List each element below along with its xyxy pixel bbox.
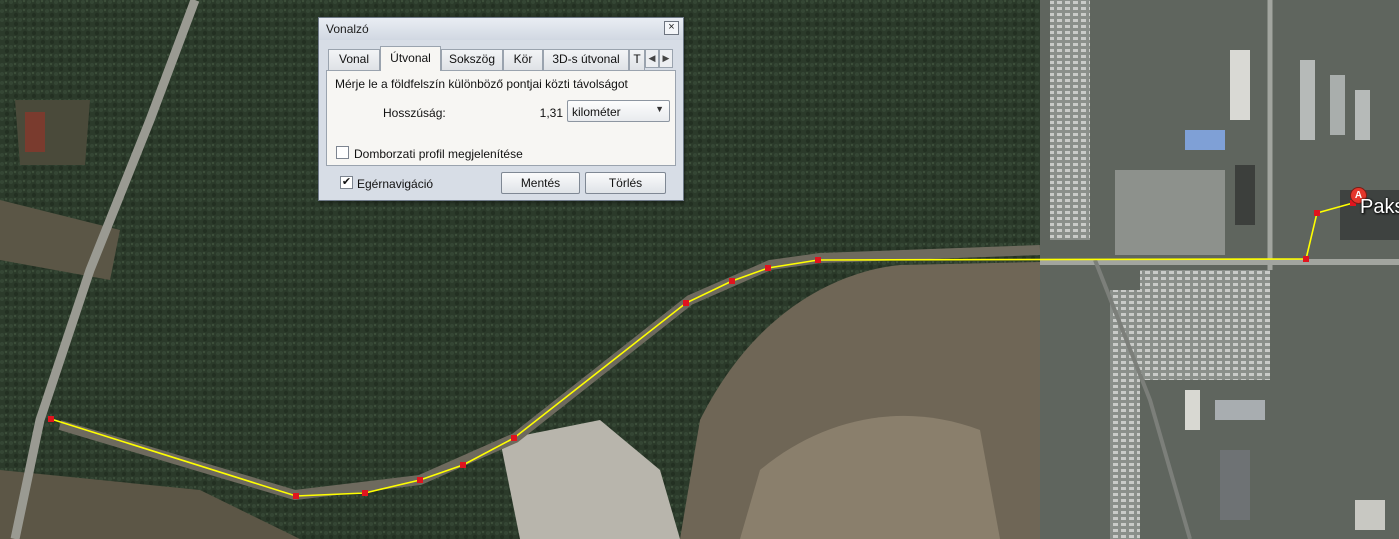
tab-polygon[interactable]: Sokszög: [441, 49, 503, 70]
save-button[interactable]: Mentés: [501, 172, 580, 194]
route-vertex[interactable]: [460, 462, 466, 468]
industrial-zone: [1040, 0, 1399, 539]
tab-more[interactable]: T: [629, 49, 645, 70]
route-vertex[interactable]: [293, 493, 299, 499]
chevron-down-icon: ▼: [655, 104, 664, 114]
route-vertex[interactable]: [362, 490, 368, 496]
route-vertex[interactable]: [815, 257, 821, 263]
dialog-titlebar[interactable]: Vonalzó ×: [319, 18, 683, 40]
route-vertex[interactable]: [1303, 256, 1309, 262]
place-label[interactable]: Paks: [1360, 196, 1399, 219]
unit-selected-value: kilométer: [572, 105, 621, 119]
mouse-navigation-label[interactable]: Egérnavigáció: [357, 177, 433, 191]
tab-circle[interactable]: Kör: [503, 49, 543, 70]
route-vertex[interactable]: [48, 416, 54, 422]
building-1: [1230, 50, 1250, 120]
building-2: [1185, 130, 1225, 150]
building-9: [1185, 390, 1200, 430]
length-value: 1,31: [539, 106, 563, 120]
elevation-profile-label[interactable]: Domborzati profil megjelenítése: [354, 147, 523, 161]
route-vertex[interactable]: [417, 477, 423, 483]
building-10: [1355, 500, 1385, 530]
ruler-dialog: Vonalzó × Vonal Útvonal Sokszög Kör 3D-s…: [318, 17, 684, 201]
description-text: Mérje le a földfelszín különböző pontjai…: [335, 77, 628, 91]
route-vertex[interactable]: [1314, 210, 1320, 216]
dialog-title: Vonalzó: [326, 22, 369, 36]
building-4: [1330, 75, 1345, 135]
satellite-map[interactable]: [0, 0, 1399, 539]
elevation-profile-checkbox[interactable]: [336, 146, 349, 159]
route-vertex[interactable]: [511, 435, 517, 441]
tab-bar: Vonal Útvonal Sokszög Kör 3D-s útvonal T…: [326, 46, 676, 71]
tab-path[interactable]: Útvonal: [380, 46, 441, 71]
tab-scroll-left-icon[interactable]: ◀: [645, 49, 659, 68]
building-7: [1215, 400, 1265, 420]
tab-panel-path: Mérje le a földfelszín különböző pontjai…: [326, 70, 676, 166]
close-button[interactable]: ×: [664, 21, 679, 35]
left-building: [25, 112, 45, 152]
building-5: [1355, 90, 1370, 140]
building-3: [1300, 60, 1315, 140]
building-6: [1235, 165, 1255, 225]
tab-3d-path[interactable]: 3D-s útvonal: [543, 49, 629, 70]
route-vertex[interactable]: [729, 278, 735, 284]
clear-button[interactable]: Törlés: [585, 172, 666, 194]
mouse-navigation-checkbox[interactable]: ✔: [340, 176, 353, 189]
parking-lot-top: [1050, 0, 1090, 240]
parking-lot-bottom: [1110, 290, 1140, 539]
building-8: [1220, 450, 1250, 520]
road-area: [1115, 170, 1225, 255]
tab-line[interactable]: Vonal: [328, 49, 380, 70]
unit-select[interactable]: kilométer ▼: [567, 100, 670, 122]
tab-scroll-right-icon[interactable]: ▶: [659, 49, 673, 68]
route-vertex[interactable]: [683, 300, 689, 306]
parking-lot-mid: [1140, 270, 1270, 380]
route-vertex[interactable]: [765, 265, 771, 271]
length-label: Hosszúság:: [383, 106, 446, 120]
